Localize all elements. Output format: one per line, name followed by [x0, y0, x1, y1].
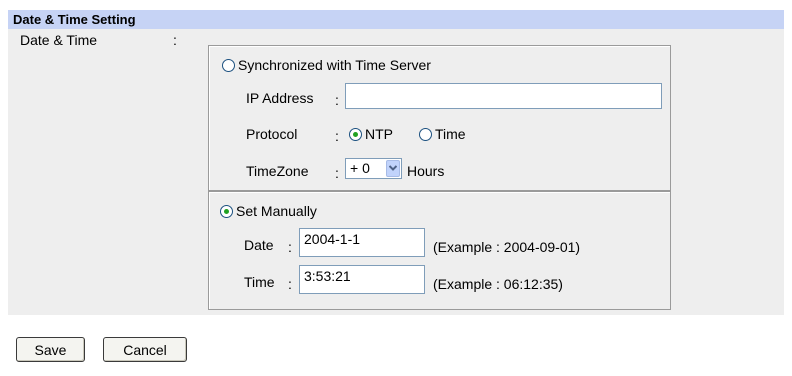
dropdown-arrow-icon[interactable] [386, 160, 400, 177]
save-button[interactable]: Save [16, 337, 85, 362]
protocol-time-radio[interactable] [419, 128, 432, 141]
sync-radio[interactable] [222, 59, 235, 72]
timezone-select[interactable]: + 0 [345, 158, 402, 179]
protocol-ntp-radio[interactable] [349, 128, 362, 141]
date-input[interactable]: 2004-1-1 [299, 228, 425, 257]
timezone-value: + 0 [350, 160, 370, 176]
protocol-ntp-selected-dot [353, 132, 358, 137]
protocol-time-label[interactable]: Time [435, 125, 466, 143]
date-label: Date [244, 237, 274, 253]
time-label: Time [244, 274, 275, 290]
manual-label[interactable]: Set Manually [236, 202, 317, 220]
protocol-separator: : [335, 128, 339, 144]
timezone-label: TimeZone [246, 163, 309, 179]
timezone-separator: : [335, 165, 339, 181]
chevron-down-icon [389, 165, 397, 171]
date-separator: : [288, 239, 292, 255]
manual-radio[interactable] [220, 205, 233, 218]
time-input[interactable]: 3:53:21 [299, 265, 425, 294]
section-header: Date & Time Setting [8, 10, 784, 29]
date-example: (Example : 2004-09-01) [433, 239, 581, 255]
time-separator: : [288, 276, 292, 292]
sync-label[interactable]: Synchronized with Time Server [238, 56, 431, 74]
ip-address-separator: : [335, 92, 339, 108]
protocol-ntp-label[interactable]: NTP [365, 125, 393, 143]
protocol-label: Protocol [246, 126, 298, 142]
manual-group: Set Manually Date : 2004-1-1 (Example : … [208, 191, 671, 310]
settings-panel: Date & Time : Synchronized with Time Ser… [8, 29, 784, 315]
date-time-label: Date & Time [20, 32, 98, 48]
ip-address-label: IP Address [246, 90, 314, 106]
timezone-unit: Hours [407, 163, 445, 179]
time-example: (Example : 06:12:35) [433, 276, 563, 292]
manual-selected-dot [224, 209, 229, 214]
section-title: Date & Time Setting [13, 12, 136, 27]
cancel-button[interactable]: Cancel [103, 337, 187, 362]
sync-group: Synchronized with Time Server IP Address… [208, 45, 671, 191]
ip-address-input[interactable] [345, 83, 662, 109]
date-time-separator: : [173, 32, 177, 48]
